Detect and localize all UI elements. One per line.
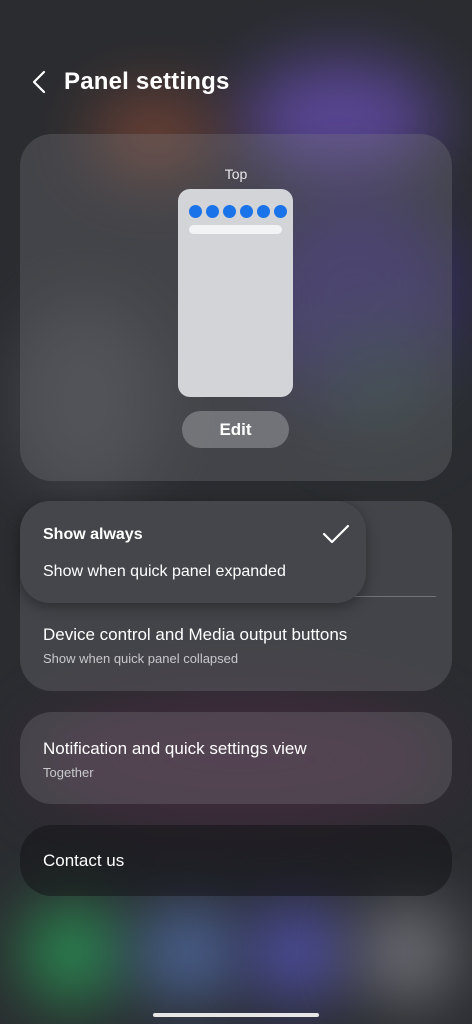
background-blur-blob	[140, 905, 235, 1000]
quick-setting-dot	[206, 205, 219, 218]
notification-view-value: Together	[43, 765, 94, 780]
quick-settings-dots	[189, 205, 287, 218]
check-icon	[322, 524, 350, 544]
contact-card[interactable]: Contact us	[20, 825, 452, 896]
dropdown-option-show-always[interactable]: Show always	[43, 526, 143, 544]
quick-setting-dot	[189, 205, 202, 218]
dropdown-option-show-expanded[interactable]: Show when quick panel expanded	[43, 563, 286, 581]
notification-view-card[interactable]: Notification and quick settings view Tog…	[20, 712, 452, 804]
background-blur-blob	[25, 905, 120, 1000]
panel-preview-card: Top Edit	[20, 134, 452, 481]
background-blur-blob	[360, 905, 455, 1000]
position-label: Top	[224, 166, 248, 182]
back-arrow-icon	[32, 70, 46, 94]
quick-setting-dot	[274, 205, 287, 218]
quick-setting-dot	[257, 205, 270, 218]
quick-setting-dot	[223, 205, 236, 218]
background-blur-blob	[250, 905, 345, 1000]
app-header: Panel settings	[26, 62, 230, 102]
notification-view-title: Notification and quick settings view	[43, 739, 307, 758]
device-control-value: Show when quick panel collapsed	[43, 651, 239, 666]
contact-us-label: Contact us	[43, 851, 125, 870]
home-indicator[interactable]	[153, 1013, 319, 1017]
phone-preview	[178, 189, 293, 397]
device-control-title[interactable]: Device control and Media output buttons	[43, 625, 347, 645]
visibility-dropdown-menu: Show always Show when quick panel expand…	[20, 501, 366, 603]
brightness-bar-preview	[189, 225, 282, 234]
quick-setting-dot	[240, 205, 253, 218]
page-title: Panel settings	[64, 68, 230, 95]
edit-button[interactable]: Edit	[182, 411, 289, 448]
back-button[interactable]	[26, 62, 52, 102]
